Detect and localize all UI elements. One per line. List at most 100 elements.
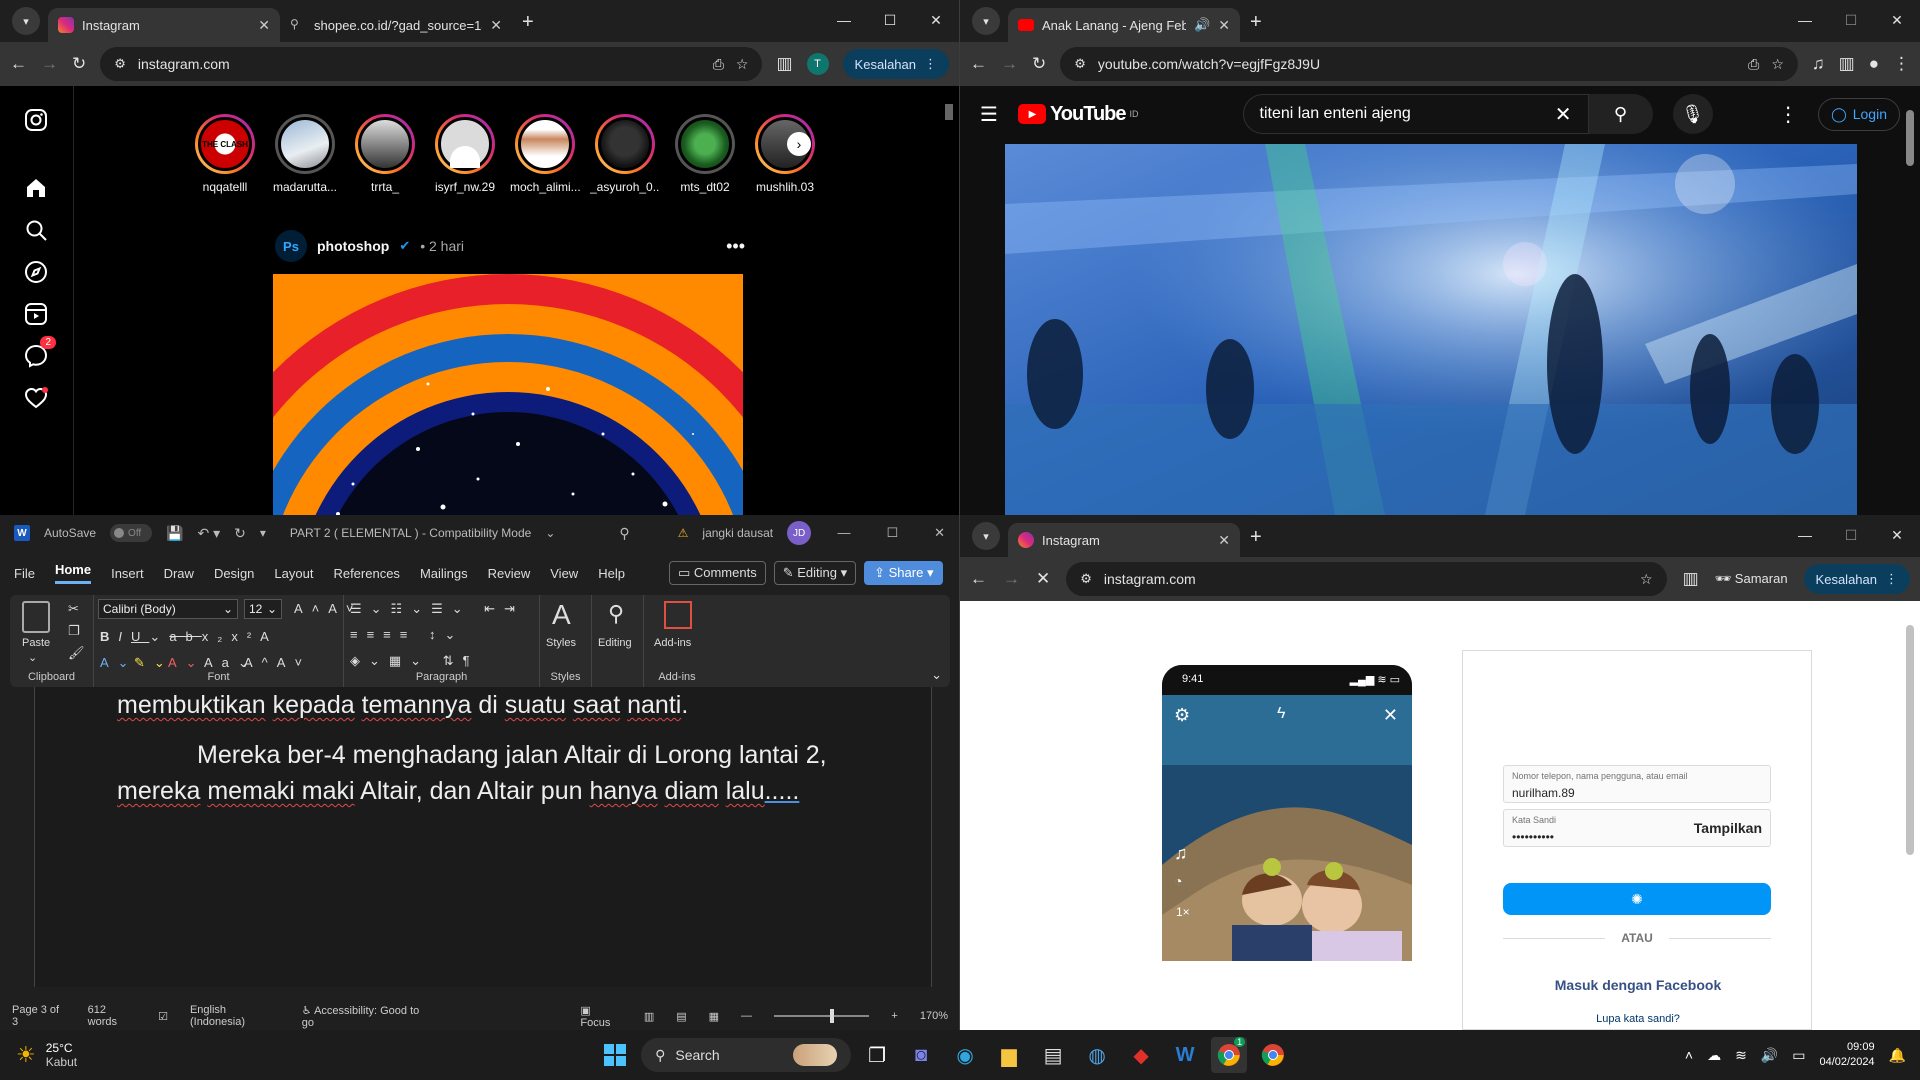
stories-next-icon[interactable]: › [787,132,811,156]
address-bar[interactable]: ⚙ youtube.com/watch?v=egjfFgz8J9U ⎙ ☆ [1060,47,1798,81]
bookmark-star-icon[interactable]: ☆ [1640,571,1653,588]
forgot-password-link[interactable]: Lupa kata sandi? [1463,1013,1813,1025]
minimize-icon[interactable]: — [821,0,867,40]
page-scrollbar[interactable] [1906,104,1916,504]
tab-review[interactable]: Review [488,566,531,581]
save-icon[interactable]: 💾 [166,525,183,542]
find-icon[interactable]: ⚲ [608,601,624,627]
document-title[interactable]: PART 2 ( ELEMENTAL ) - Compatibility Mod… [290,526,531,540]
new-tab-button[interactable]: + [1250,11,1262,34]
zoom-out-icon[interactable]: — [741,1010,752,1022]
accessibility-status[interactable]: ♿ Accessibility: Good to go [302,1004,429,1029]
tab-instagram[interactable]: Instagram ✕ [1008,523,1240,557]
minimize-icon[interactable]: — [1782,515,1828,555]
shading-border-buttons[interactable]: ◈⌄▦⌄ ⇅¶ [350,653,479,669]
zoom-in-icon[interactable]: + [891,1010,897,1022]
search-input[interactable]: titeni lan enteni ajeng ✕ [1242,94,1589,134]
clear-search-icon[interactable]: ✕ [1555,102,1572,127]
paste-label[interactable]: Paste [22,637,50,649]
list-buttons[interactable]: ☰⌄☷⌄☰⌄ ⇤⇥ [350,601,524,617]
customize-toolbar-icon[interactable]: ▾ [260,526,266,540]
new-tab-button[interactable]: + [522,11,534,34]
back-icon[interactable]: ← [970,54,987,74]
user-name[interactable]: jangki dausat [702,526,773,540]
collapse-ribbon-icon[interactable]: ⌄ [931,667,942,683]
redo-icon[interactable]: ↻ [234,525,246,542]
reload-icon[interactable]: ↻ [1032,54,1046,74]
close-icon[interactable]: ✕ [934,525,945,541]
start-button[interactable] [597,1037,633,1073]
grow-shrink-icon[interactable]: A^A˅ [244,655,311,670]
story-item[interactable]: isyrf_nw.29 [435,114,495,194]
font-name-select[interactable]: Calibri (Body) ⌄ [98,599,238,619]
microsoft-store-icon[interactable]: ▤ [1035,1037,1071,1073]
side-panel-icon[interactable]: ▥ [776,54,792,74]
login-submit-button[interactable]: ✺ [1503,883,1771,915]
proofing-icon[interactable]: ☑ [158,1010,168,1023]
story-item[interactable]: _asyuroh_0... [590,114,660,194]
profile-avatar[interactable]: T [806,53,829,75]
forward-icon[interactable]: → [1001,54,1018,74]
task-view-icon[interactable]: ❐ [859,1037,895,1073]
tab-help[interactable]: Help [598,566,625,581]
close-tab-icon[interactable]: ✕ [258,17,270,34]
editing-mode-button[interactable]: ✎ Editing ▾ [773,561,857,585]
chrome-taskbar-icon[interactable]: 1 [1211,1037,1248,1073]
side-panel-icon[interactable]: ▥ [1683,569,1699,589]
tab-references[interactable]: References [333,566,399,581]
undo-icon[interactable]: ↶ ▾ [197,525,220,542]
tab-home[interactable]: Home [54,562,92,584]
autosave-toggle[interactable]: Off [110,524,153,542]
notifications-heart-icon[interactable] [22,384,50,412]
tab-youtube[interactable]: Anak Lanang - Ajeng Febria 🔊 ✕ [1008,8,1240,42]
tab-search-button[interactable]: ▾ [972,7,1000,35]
address-bar[interactable]: ⚙ instagram.com ⎙ ☆ [100,47,763,81]
language[interactable]: English (Indonesia) [190,1004,280,1028]
wifi-icon[interactable]: ≋ [1735,1047,1747,1064]
site-info-icon[interactable]: ⚙ [1074,56,1086,72]
font-size-select[interactable]: 12 ⌄ [244,599,282,619]
post-image[interactable] [273,274,743,515]
text-format-buttons[interactable]: BIU⌄abx₂x²A [100,629,278,645]
forward-icon[interactable]: → [41,54,58,74]
paste-icon[interactable] [22,601,50,633]
story-item[interactable]: madarutta... [273,114,337,194]
title-dropdown-icon[interactable]: ⌄ [545,526,555,540]
styles-icon[interactable]: A [552,599,571,631]
addins-label[interactable]: Add-ins [654,637,691,649]
more-options-icon[interactable]: ••• [726,236,745,257]
back-icon[interactable]: ← [970,569,987,589]
text-effects-icon[interactable]: A⌄ [100,655,138,671]
comments-button[interactable]: ▭ Comments [668,561,766,585]
maximize-icon[interactable]: ☐ [1828,515,1874,555]
read-mode-icon[interactable]: ▥ [644,1010,654,1023]
tab-draw[interactable]: Draw [164,566,194,581]
edge-icon[interactable]: ◉ [947,1037,983,1073]
format-painter-icon[interactable]: 🖌 [68,645,85,661]
onedrive-icon[interactable]: ☁ [1707,1047,1721,1064]
search-button[interactable]: ⚲ [1588,94,1653,134]
clock[interactable]: 09:09 04/02/2024 [1820,1040,1875,1070]
tab-layout[interactable]: Layout [274,566,313,581]
copy-icon[interactable]: ❐ [68,623,80,639]
alignment-buttons[interactable]: ≡≡≡≡ ↕⌄ [350,627,464,643]
story-item[interactable]: trrta_ [355,114,415,194]
error-menu-button[interactable]: Kesalahan ⋮ [1803,564,1910,594]
warning-icon[interactable]: ⚠ [678,526,689,540]
bookmark-star-icon[interactable]: ☆ [1771,56,1784,73]
incognito-indicator[interactable]: 🕶 Samaran [1715,571,1788,587]
close-icon[interactable]: ✕ [1874,0,1920,40]
tab-shopee[interactable]: ⚲ shopee.co.id/?gad_source=1& ✕ [280,8,512,42]
file-explorer-icon[interactable]: ▆ [991,1037,1027,1073]
instagram-logo-icon[interactable] [22,106,50,134]
login-button[interactable]: ◯ Login [1818,97,1900,131]
username-field[interactable]: Nomor telepon, nama pengguna, atau email… [1503,765,1771,803]
new-tab-button[interactable]: + [1250,526,1262,549]
font-color-icon[interactable]: A⌄ [168,655,206,671]
tab-file[interactable]: File [14,566,35,581]
photos-icon[interactable]: ◍ [1079,1037,1115,1073]
page-count[interactable]: Page 3 of 3 [12,1004,66,1028]
show-password-button[interactable]: Tampilkan [1694,820,1762,836]
install-app-icon[interactable]: ⎙ [1748,56,1759,73]
print-layout-icon[interactable]: ▤ [676,1010,686,1023]
